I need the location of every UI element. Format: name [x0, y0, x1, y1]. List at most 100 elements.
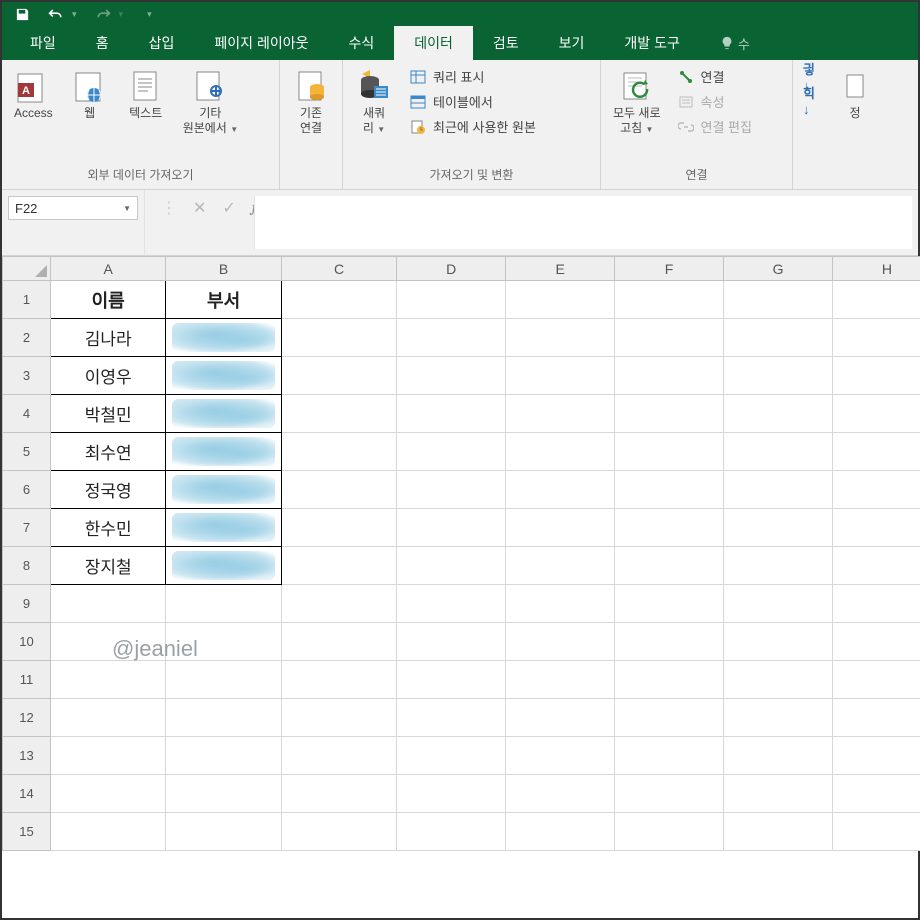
row-header[interactable]: 12	[3, 699, 51, 737]
cell[interactable]	[281, 471, 396, 509]
row-header[interactable]: 3	[3, 357, 51, 395]
cell[interactable]	[166, 661, 281, 699]
cell[interactable]	[506, 509, 615, 547]
cell[interactable]	[281, 775, 396, 813]
row-header[interactable]: 9	[3, 585, 51, 623]
cell[interactable]	[724, 661, 833, 699]
cell[interactable]	[506, 699, 615, 737]
cell[interactable]	[506, 585, 615, 623]
tab-file[interactable]: 파일	[10, 26, 76, 60]
tab-page-layout[interactable]: 페이지 레이아웃	[194, 26, 328, 60]
cell[interactable]	[281, 357, 396, 395]
row-header[interactable]: 15	[3, 813, 51, 851]
cell[interactable]	[166, 699, 281, 737]
cell[interactable]	[397, 281, 506, 319]
cell[interactable]	[615, 433, 724, 471]
cell[interactable]	[615, 357, 724, 395]
cell[interactable]	[281, 509, 396, 547]
from-web-button[interactable]: 웹	[67, 66, 113, 123]
cell[interactable]	[724, 395, 833, 433]
cell[interactable]	[281, 585, 396, 623]
cell[interactable]	[397, 319, 506, 357]
cell[interactable]	[506, 471, 615, 509]
cell[interactable]	[50, 813, 165, 851]
cell[interactable]	[397, 737, 506, 775]
cell[interactable]	[50, 775, 165, 813]
from-table-button[interactable]: 테이블에서	[407, 91, 538, 112]
col-header-C[interactable]: C	[281, 257, 396, 281]
name-box[interactable]: F22 ▼	[8, 196, 138, 220]
cell[interactable]	[615, 623, 724, 661]
cell[interactable]	[281, 547, 396, 585]
row-header[interactable]: 5	[3, 433, 51, 471]
cell[interactable]	[724, 623, 833, 661]
cell[interactable]	[397, 623, 506, 661]
cell[interactable]	[832, 547, 920, 585]
cell[interactable]	[397, 509, 506, 547]
cell[interactable]	[397, 395, 506, 433]
col-header-D[interactable]: D	[397, 257, 506, 281]
from-text-button[interactable]: 텍스트	[123, 66, 169, 123]
cell[interactable]	[615, 737, 724, 775]
cell[interactable]	[281, 813, 396, 851]
tell-me[interactable]: 수	[700, 26, 770, 60]
cell[interactable]	[506, 623, 615, 661]
worksheet[interactable]: A B C D E F G H 1 이름 부서 2 김나라 3 이영우 4 박철…	[2, 256, 918, 851]
cell[interactable]	[281, 319, 396, 357]
cell-B5[interactable]	[166, 433, 281, 471]
cell-B1[interactable]: 부서	[166, 281, 281, 319]
cell[interactable]	[615, 547, 724, 585]
save-icon[interactable]	[14, 6, 30, 22]
cell[interactable]	[615, 281, 724, 319]
tab-review[interactable]: 검토	[473, 26, 539, 60]
cell[interactable]	[832, 737, 920, 775]
cell[interactable]	[615, 319, 724, 357]
existing-connections-button[interactable]: 기존연결	[288, 66, 334, 138]
cell[interactable]	[832, 509, 920, 547]
cell[interactable]	[281, 661, 396, 699]
tab-insert[interactable]: 삽입	[129, 26, 195, 60]
cell[interactable]	[615, 471, 724, 509]
cell[interactable]	[832, 433, 920, 471]
cell[interactable]	[506, 395, 615, 433]
tab-data[interactable]: 데이터	[394, 26, 473, 60]
cell[interactable]	[724, 775, 833, 813]
new-query-button[interactable]: 새쿼리 ▼	[351, 66, 397, 138]
qat-customize-icon[interactable]: ▾	[147, 9, 152, 20]
cell[interactable]	[506, 737, 615, 775]
cell[interactable]	[832, 471, 920, 509]
cell[interactable]	[832, 281, 920, 319]
cell[interactable]	[724, 585, 833, 623]
col-header-G[interactable]: G	[724, 257, 833, 281]
cell[interactable]	[506, 775, 615, 813]
cell[interactable]	[724, 319, 833, 357]
cell-A7[interactable]: 한수민	[50, 509, 165, 547]
cell[interactable]	[832, 319, 920, 357]
sort-button[interactable]: 정	[833, 66, 877, 123]
row-header[interactable]: 11	[3, 661, 51, 699]
tab-home[interactable]: 홈	[76, 26, 129, 60]
refresh-all-button[interactable]: 모두 새로고침 ▼	[609, 66, 665, 138]
cell[interactable]	[615, 395, 724, 433]
cell[interactable]	[832, 395, 920, 433]
cell[interactable]	[724, 813, 833, 851]
cell[interactable]	[506, 547, 615, 585]
row-header[interactable]: 6	[3, 471, 51, 509]
row-header[interactable]: 13	[3, 737, 51, 775]
cell-B2[interactable]	[166, 319, 281, 357]
cell-A1[interactable]: 이름	[50, 281, 165, 319]
cell[interactable]	[281, 623, 396, 661]
cell[interactable]	[615, 585, 724, 623]
cell-B4[interactable]	[166, 395, 281, 433]
cell[interactable]	[397, 699, 506, 737]
cell[interactable]	[506, 357, 615, 395]
tab-developer[interactable]: 개발 도구	[604, 26, 699, 60]
row-header[interactable]: 4	[3, 395, 51, 433]
col-header-A[interactable]: A	[50, 257, 165, 281]
name-box-dropdown-icon[interactable]: ▼	[123, 204, 131, 213]
cell-A6[interactable]: 정국영	[50, 471, 165, 509]
cell[interactable]	[506, 281, 615, 319]
select-all-corner[interactable]	[3, 257, 51, 281]
row-header[interactable]: 2	[3, 319, 51, 357]
cell[interactable]	[832, 357, 920, 395]
